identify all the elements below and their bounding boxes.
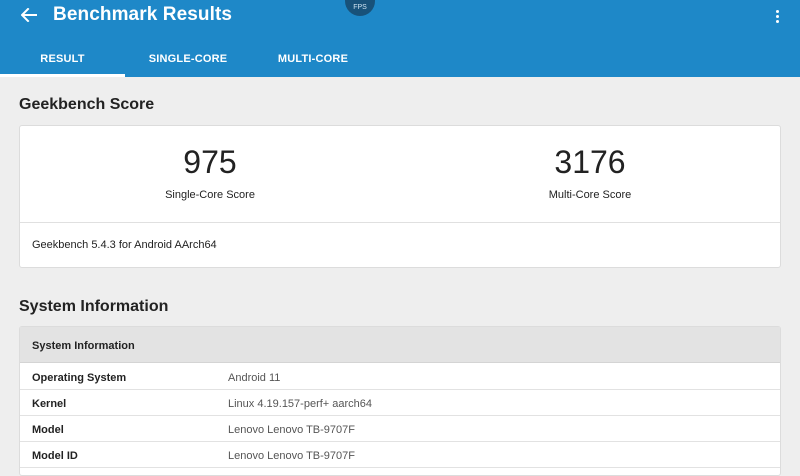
tab-multi-core[interactable]: MULTI-CORE xyxy=(251,40,375,77)
row-key: Operating System xyxy=(32,372,127,384)
table-header-label: System Information xyxy=(32,340,135,352)
toolbar: Benchmark Results 42 FPS xyxy=(0,0,800,36)
row-value: Lenovo Lenovo TB-9707F xyxy=(228,450,355,462)
tab-result[interactable]: RESULT xyxy=(0,40,125,77)
divider xyxy=(20,222,780,223)
score-section-heading: Geekbench Score xyxy=(19,96,155,113)
single-core-score-value: 975 xyxy=(183,144,237,180)
more-vert-icon-dot xyxy=(775,19,779,23)
tab-bar: RESULT SINGLE-CORE MULTI-CORE xyxy=(0,40,800,77)
row-value: Lenovo Lenovo TB-9707F xyxy=(228,424,355,436)
single-core-score-label: Single-Core Score xyxy=(165,189,255,201)
geekbench-version: Geekbench 5.4.3 for Android AArch64 xyxy=(32,239,217,251)
score-card: 975 Single-Core Score 3176 Multi-Core Sc… xyxy=(19,125,781,268)
table-row: Model Lenovo Lenovo TB-9707F xyxy=(20,416,780,442)
app-bar: Benchmark Results 42 FPS RESULT SINGLE-C… xyxy=(0,0,800,77)
back-button[interactable] xyxy=(14,3,44,27)
table-row: Kernel Linux 4.19.157-perf+ aarch64 xyxy=(20,390,780,416)
multi-core-score-value: 3176 xyxy=(554,144,626,180)
system-info-table: System Information Operating System Andr… xyxy=(19,326,781,476)
row-value: Linux 4.19.157-perf+ aarch64 xyxy=(228,398,373,410)
row-key: Model ID xyxy=(32,450,78,462)
more-options-button[interactable] xyxy=(768,6,786,26)
row-key: Model xyxy=(32,424,64,436)
single-core-score: 975 Single-Core Score xyxy=(20,126,400,222)
tab-indicator xyxy=(0,74,125,77)
table-row: Operating System Android 11 xyxy=(20,364,780,390)
more-vert-icon-dot xyxy=(775,14,779,18)
arrow-left-icon xyxy=(21,8,37,22)
system-section-heading: System Information xyxy=(19,298,169,315)
fps-counter: 42 FPS xyxy=(345,0,375,16)
multi-core-score: 3176 Multi-Core Score xyxy=(400,126,780,222)
row-key: Kernel xyxy=(32,398,67,410)
page-title: Benchmark Results xyxy=(53,4,233,25)
more-vert-icon-dot xyxy=(775,9,779,13)
table-header: System Information xyxy=(20,327,780,363)
fps-label: FPS xyxy=(353,4,367,11)
row-value: Android 11 xyxy=(228,372,281,384)
multi-core-score-label: Multi-Core Score xyxy=(548,189,632,201)
table-row: Model ID Lenovo Lenovo TB-9707F xyxy=(20,442,780,468)
tab-single-core[interactable]: SINGLE-CORE xyxy=(125,40,251,77)
score-row: 975 Single-Core Score 3176 Multi-Core Sc… xyxy=(20,126,780,222)
